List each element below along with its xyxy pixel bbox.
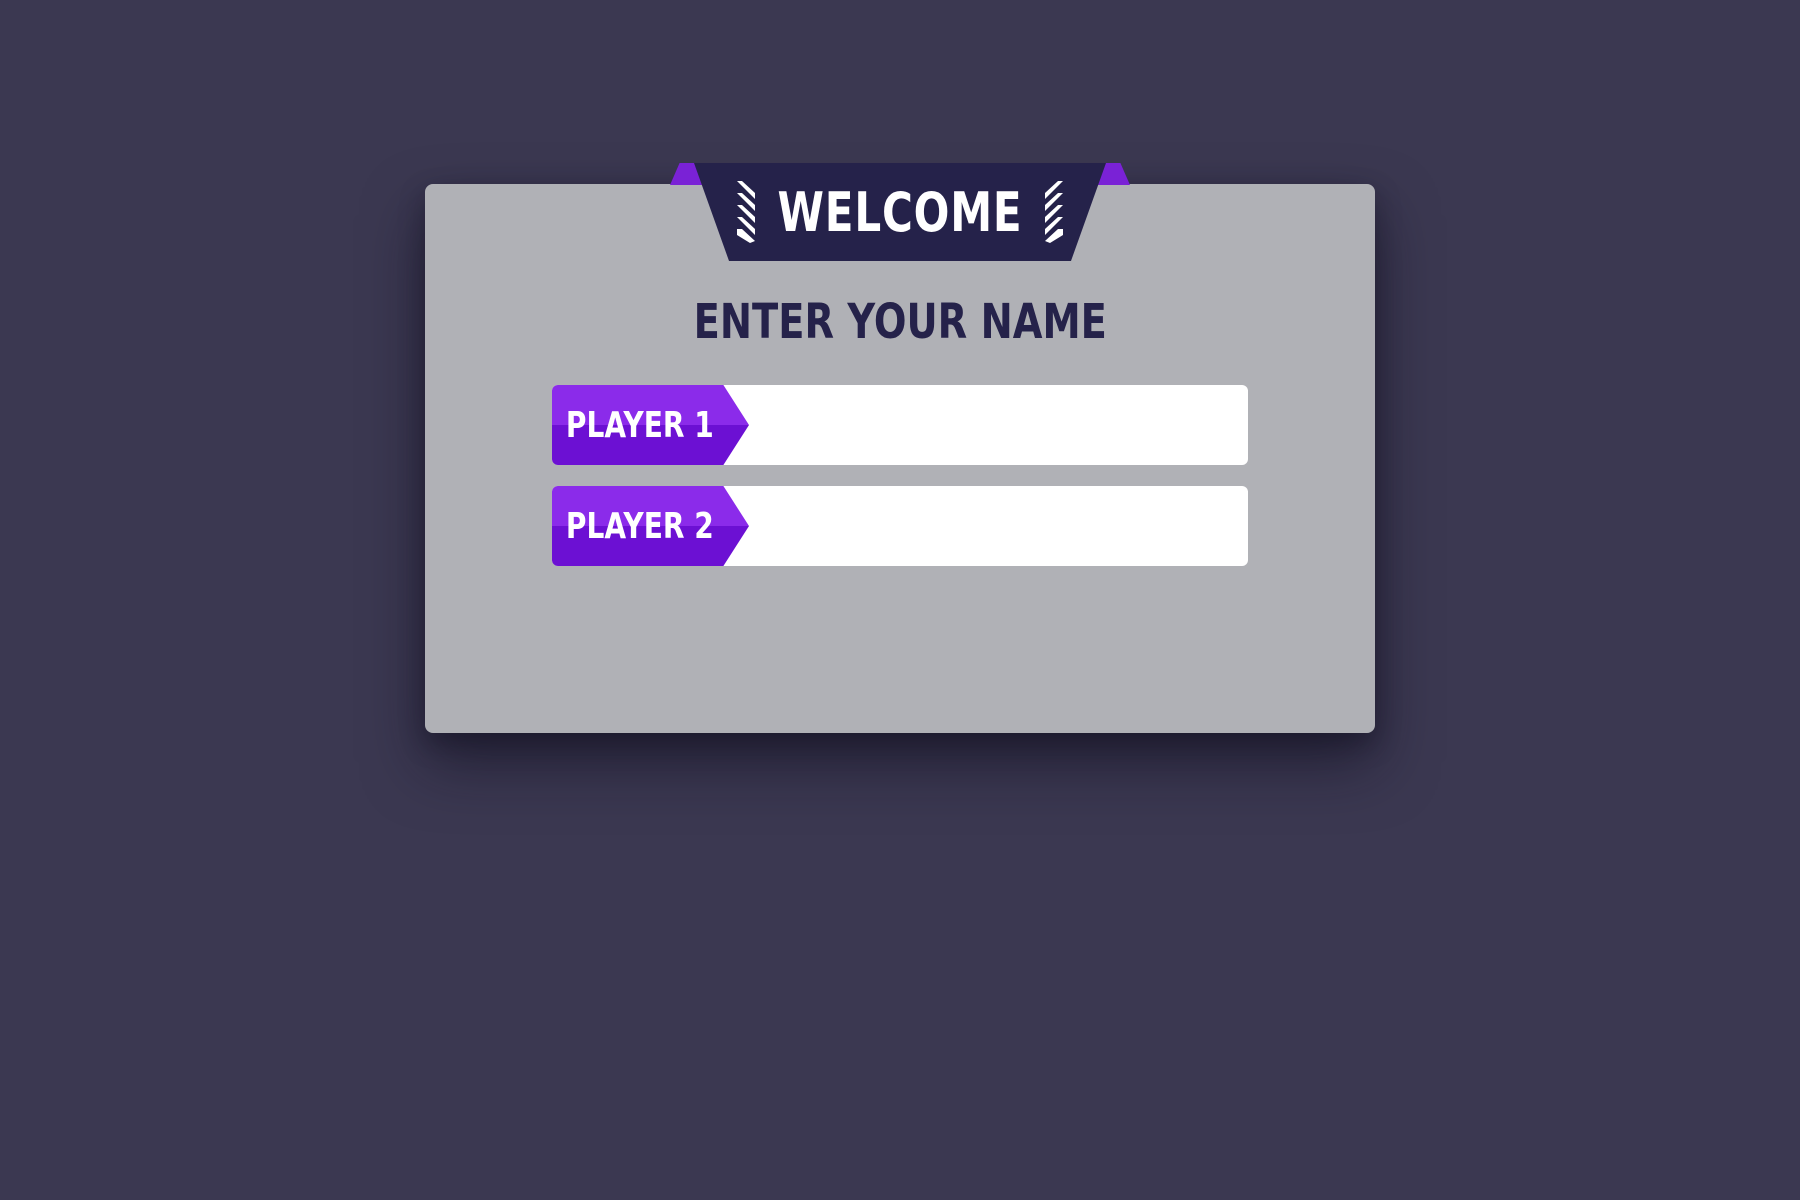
player-1-row: PLAYER 1: [552, 385, 1248, 465]
player-2-row: PLAYER 2: [552, 486, 1248, 566]
banner-plate: WELCOME: [694, 163, 1106, 261]
form-heading: ENTER YOUR NAME: [425, 292, 1375, 352]
player-2-name-input[interactable]: [752, 486, 1234, 566]
player-1-tag: PLAYER 1: [552, 385, 749, 465]
player-2-label: PLAYER 2: [565, 505, 714, 547]
player-1-name-input[interactable]: [752, 385, 1234, 465]
player-1-label: PLAYER 1: [565, 404, 714, 446]
form-heading-text: ENTER YOUR NAME: [693, 294, 1107, 350]
chevron-stripes-icon: [736, 181, 755, 243]
banner-title: WELCOME: [777, 180, 1023, 244]
player-2-tag: PLAYER 2: [552, 486, 749, 566]
welcome-banner: WELCOME: [670, 163, 1130, 261]
chevron-stripes-icon: [1045, 181, 1064, 243]
